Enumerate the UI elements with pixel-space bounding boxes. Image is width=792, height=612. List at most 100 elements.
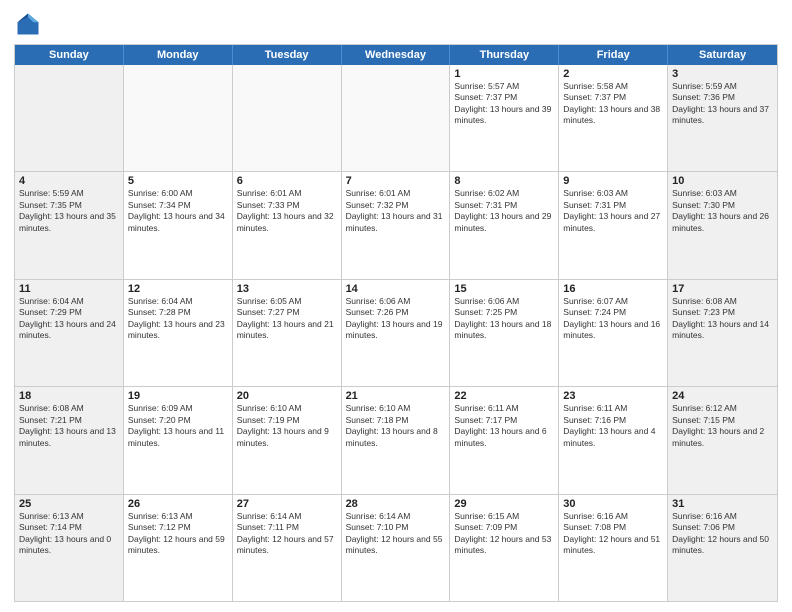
day-info: Sunrise: 6:15 AMSunset: 7:09 PMDaylight:… — [454, 511, 554, 557]
day-number: 9 — [563, 175, 663, 187]
day-cell-22: 22Sunrise: 6:11 AMSunset: 7:17 PMDayligh… — [450, 387, 559, 493]
day-number: 10 — [672, 175, 773, 187]
page: SundayMondayTuesdayWednesdayThursdayFrid… — [0, 0, 792, 612]
day-number: 28 — [346, 498, 446, 510]
day-cell-21: 21Sunrise: 6:10 AMSunset: 7:18 PMDayligh… — [342, 387, 451, 493]
day-number: 26 — [128, 498, 228, 510]
day-info: Sunrise: 6:03 AMSunset: 7:31 PMDaylight:… — [563, 188, 663, 234]
day-number: 12 — [128, 283, 228, 295]
day-info: Sunrise: 6:10 AMSunset: 7:19 PMDaylight:… — [237, 403, 337, 449]
day-number: 18 — [19, 390, 119, 402]
day-info: Sunrise: 6:06 AMSunset: 7:26 PMDaylight:… — [346, 296, 446, 342]
calendar-header: SundayMondayTuesdayWednesdayThursdayFrid… — [15, 45, 777, 65]
empty-cell — [15, 65, 124, 171]
day-info: Sunrise: 6:04 AMSunset: 7:28 PMDaylight:… — [128, 296, 228, 342]
day-cell-3: 3Sunrise: 5:59 AMSunset: 7:36 PMDaylight… — [668, 65, 777, 171]
day-info: Sunrise: 6:06 AMSunset: 7:25 PMDaylight:… — [454, 296, 554, 342]
day-number: 14 — [346, 283, 446, 295]
day-number: 1 — [454, 68, 554, 80]
header-day-wednesday: Wednesday — [342, 45, 451, 65]
day-number: 11 — [19, 283, 119, 295]
header-day-sunday: Sunday — [15, 45, 124, 65]
day-info: Sunrise: 6:11 AMSunset: 7:16 PMDaylight:… — [563, 403, 663, 449]
day-info: Sunrise: 6:14 AMSunset: 7:10 PMDaylight:… — [346, 511, 446, 557]
day-info: Sunrise: 6:09 AMSunset: 7:20 PMDaylight:… — [128, 403, 228, 449]
empty-cell — [342, 65, 451, 171]
day-number: 20 — [237, 390, 337, 402]
header-day-friday: Friday — [559, 45, 668, 65]
day-number: 5 — [128, 175, 228, 187]
day-number: 8 — [454, 175, 554, 187]
day-number: 7 — [346, 175, 446, 187]
day-number: 13 — [237, 283, 337, 295]
day-cell-1: 1Sunrise: 5:57 AMSunset: 7:37 PMDaylight… — [450, 65, 559, 171]
day-number: 31 — [672, 498, 773, 510]
day-cell-2: 2Sunrise: 5:58 AMSunset: 7:37 PMDaylight… — [559, 65, 668, 171]
week-row-0: 1Sunrise: 5:57 AMSunset: 7:37 PMDaylight… — [15, 65, 777, 172]
day-cell-13: 13Sunrise: 6:05 AMSunset: 7:27 PMDayligh… — [233, 280, 342, 386]
day-number: 4 — [19, 175, 119, 187]
day-number: 16 — [563, 283, 663, 295]
day-number: 21 — [346, 390, 446, 402]
day-cell-17: 17Sunrise: 6:08 AMSunset: 7:23 PMDayligh… — [668, 280, 777, 386]
calendar-body: 1Sunrise: 5:57 AMSunset: 7:37 PMDaylight… — [15, 65, 777, 601]
day-cell-31: 31Sunrise: 6:16 AMSunset: 7:06 PMDayligh… — [668, 495, 777, 601]
day-cell-12: 12Sunrise: 6:04 AMSunset: 7:28 PMDayligh… — [124, 280, 233, 386]
logo-icon — [14, 10, 42, 38]
day-info: Sunrise: 6:12 AMSunset: 7:15 PMDaylight:… — [672, 403, 773, 449]
day-number: 27 — [237, 498, 337, 510]
day-info: Sunrise: 6:04 AMSunset: 7:29 PMDaylight:… — [19, 296, 119, 342]
day-info: Sunrise: 6:02 AMSunset: 7:31 PMDaylight:… — [454, 188, 554, 234]
day-info: Sunrise: 6:13 AMSunset: 7:12 PMDaylight:… — [128, 511, 228, 557]
header — [14, 10, 778, 38]
day-number: 17 — [672, 283, 773, 295]
day-info: Sunrise: 6:16 AMSunset: 7:06 PMDaylight:… — [672, 511, 773, 557]
day-info: Sunrise: 6:10 AMSunset: 7:18 PMDaylight:… — [346, 403, 446, 449]
day-cell-19: 19Sunrise: 6:09 AMSunset: 7:20 PMDayligh… — [124, 387, 233, 493]
day-info: Sunrise: 6:05 AMSunset: 7:27 PMDaylight:… — [237, 296, 337, 342]
day-number: 29 — [454, 498, 554, 510]
day-info: Sunrise: 5:59 AMSunset: 7:36 PMDaylight:… — [672, 81, 773, 127]
day-info: Sunrise: 5:59 AMSunset: 7:35 PMDaylight:… — [19, 188, 119, 234]
logo — [14, 10, 46, 38]
day-cell-25: 25Sunrise: 6:13 AMSunset: 7:14 PMDayligh… — [15, 495, 124, 601]
day-number: 6 — [237, 175, 337, 187]
week-row-2: 11Sunrise: 6:04 AMSunset: 7:29 PMDayligh… — [15, 280, 777, 387]
day-cell-28: 28Sunrise: 6:14 AMSunset: 7:10 PMDayligh… — [342, 495, 451, 601]
day-info: Sunrise: 6:08 AMSunset: 7:23 PMDaylight:… — [672, 296, 773, 342]
header-day-tuesday: Tuesday — [233, 45, 342, 65]
calendar: SundayMondayTuesdayWednesdayThursdayFrid… — [14, 44, 778, 602]
day-info: Sunrise: 6:16 AMSunset: 7:08 PMDaylight:… — [563, 511, 663, 557]
day-info: Sunrise: 6:14 AMSunset: 7:11 PMDaylight:… — [237, 511, 337, 557]
day-number: 2 — [563, 68, 663, 80]
day-cell-14: 14Sunrise: 6:06 AMSunset: 7:26 PMDayligh… — [342, 280, 451, 386]
day-cell-6: 6Sunrise: 6:01 AMSunset: 7:33 PMDaylight… — [233, 172, 342, 278]
day-number: 24 — [672, 390, 773, 402]
day-cell-9: 9Sunrise: 6:03 AMSunset: 7:31 PMDaylight… — [559, 172, 668, 278]
day-number: 3 — [672, 68, 773, 80]
day-number: 23 — [563, 390, 663, 402]
week-row-3: 18Sunrise: 6:08 AMSunset: 7:21 PMDayligh… — [15, 387, 777, 494]
day-cell-8: 8Sunrise: 6:02 AMSunset: 7:31 PMDaylight… — [450, 172, 559, 278]
day-cell-20: 20Sunrise: 6:10 AMSunset: 7:19 PMDayligh… — [233, 387, 342, 493]
day-cell-7: 7Sunrise: 6:01 AMSunset: 7:32 PMDaylight… — [342, 172, 451, 278]
day-info: Sunrise: 6:00 AMSunset: 7:34 PMDaylight:… — [128, 188, 228, 234]
day-cell-26: 26Sunrise: 6:13 AMSunset: 7:12 PMDayligh… — [124, 495, 233, 601]
day-info: Sunrise: 6:13 AMSunset: 7:14 PMDaylight:… — [19, 511, 119, 557]
day-cell-5: 5Sunrise: 6:00 AMSunset: 7:34 PMDaylight… — [124, 172, 233, 278]
day-cell-15: 15Sunrise: 6:06 AMSunset: 7:25 PMDayligh… — [450, 280, 559, 386]
day-info: Sunrise: 5:57 AMSunset: 7:37 PMDaylight:… — [454, 81, 554, 127]
week-row-4: 25Sunrise: 6:13 AMSunset: 7:14 PMDayligh… — [15, 495, 777, 601]
day-cell-29: 29Sunrise: 6:15 AMSunset: 7:09 PMDayligh… — [450, 495, 559, 601]
day-info: Sunrise: 6:03 AMSunset: 7:30 PMDaylight:… — [672, 188, 773, 234]
week-row-1: 4Sunrise: 5:59 AMSunset: 7:35 PMDaylight… — [15, 172, 777, 279]
day-number: 15 — [454, 283, 554, 295]
day-cell-11: 11Sunrise: 6:04 AMSunset: 7:29 PMDayligh… — [15, 280, 124, 386]
header-day-saturday: Saturday — [668, 45, 777, 65]
day-number: 19 — [128, 390, 228, 402]
header-day-monday: Monday — [124, 45, 233, 65]
day-info: Sunrise: 6:01 AMSunset: 7:33 PMDaylight:… — [237, 188, 337, 234]
day-number: 22 — [454, 390, 554, 402]
day-cell-24: 24Sunrise: 6:12 AMSunset: 7:15 PMDayligh… — [668, 387, 777, 493]
empty-cell — [233, 65, 342, 171]
